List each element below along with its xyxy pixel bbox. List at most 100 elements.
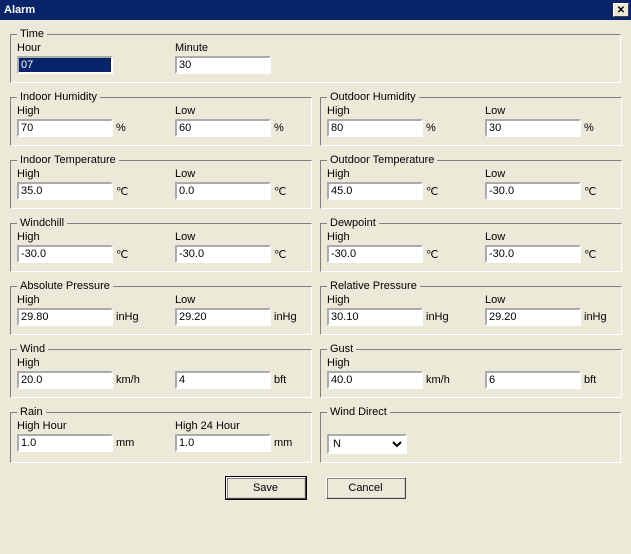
input-wind-high[interactable]: [17, 371, 113, 389]
label-wc-low: Low: [175, 231, 305, 243]
cancel-button[interactable]: Cancel: [326, 477, 406, 499]
unit-it-high: ℃: [116, 185, 128, 198]
group-relative-pressure: Relative Pressure High inHg Low inHg: [320, 280, 622, 335]
unit-rain-hour: mm: [116, 437, 134, 449]
input-ih-low[interactable]: [175, 119, 271, 137]
unit-gust-high: km/h: [426, 374, 450, 386]
unit-oh-low: %: [584, 122, 594, 134]
group-windchill: Windchill High ℃ Low ℃: [10, 217, 312, 272]
group-outdoor-temperature: Outdoor Temperature High ℃ Low ℃: [320, 154, 622, 209]
unit-ap-high: inHg: [116, 311, 139, 323]
unit-rp-low: inHg: [584, 311, 607, 323]
group-indoor-temperature: Indoor Temperature High ℃ Low ℃: [10, 154, 312, 209]
label-rain-hour: High Hour: [17, 420, 147, 432]
group-wind-direct: Wind Direct N: [320, 406, 621, 463]
legend-time: Time: [17, 28, 47, 40]
legend-wind-direct: Wind Direct: [327, 406, 390, 418]
unit-oh-high: %: [426, 122, 436, 134]
legend-relative-pressure: Relative Pressure: [327, 280, 420, 292]
unit-wc-low: ℃: [274, 248, 286, 261]
input-rp-high[interactable]: [327, 308, 423, 326]
label-rp-high: High: [327, 294, 457, 306]
select-wind-direct[interactable]: N: [327, 434, 407, 454]
label-wind-bft: [175, 357, 305, 369]
label-it-high: High: [17, 168, 147, 180]
close-button[interactable]: ✕: [613, 3, 629, 17]
save-button[interactable]: Save: [226, 477, 306, 499]
unit-dp-low: ℃: [584, 248, 596, 261]
input-oh-low[interactable]: [485, 119, 581, 137]
legend-indoor-temperature: Indoor Temperature: [17, 154, 119, 166]
label-dp-high: High: [327, 231, 457, 243]
group-dewpoint: Dewpoint High ℃ Low ℃: [320, 217, 622, 272]
unit-ap-low: inHg: [274, 311, 297, 323]
group-absolute-pressure: Absolute Pressure High inHg Low inHg: [10, 280, 312, 335]
unit-dp-high: ℃: [426, 248, 438, 261]
legend-absolute-pressure: Absolute Pressure: [17, 280, 113, 292]
label-gust-high: High: [327, 357, 457, 369]
label-wind-high: High: [17, 357, 147, 369]
input-oh-high[interactable]: [327, 119, 423, 137]
label-oh-low: Low: [485, 105, 615, 117]
unit-ot-low: ℃: [584, 185, 596, 198]
group-outdoor-humidity: Outdoor Humidity High % Low %: [320, 91, 622, 146]
label-ap-high: High: [17, 294, 147, 306]
input-rp-low[interactable]: [485, 308, 581, 326]
input-ap-low[interactable]: [175, 308, 271, 326]
label-wd: [327, 420, 457, 432]
input-rain-hour[interactable]: [17, 434, 113, 452]
input-rain-24h[interactable]: [175, 434, 271, 452]
legend-indoor-humidity: Indoor Humidity: [17, 91, 100, 103]
legend-gust: Gust: [327, 343, 356, 355]
label-wc-high: High: [17, 231, 147, 243]
label-ap-low: Low: [175, 294, 305, 306]
unit-gust-bft: bft: [584, 374, 596, 386]
label-it-low: Low: [175, 168, 305, 180]
group-indoor-humidity: Indoor Humidity High % Low %: [10, 91, 312, 146]
label-hour: Hour: [17, 42, 147, 54]
input-ap-high[interactable]: [17, 308, 113, 326]
close-icon: ✕: [617, 5, 625, 16]
label-rp-low: Low: [485, 294, 615, 306]
input-ih-high[interactable]: [17, 119, 113, 137]
input-ot-low[interactable]: [485, 182, 581, 200]
input-wc-high[interactable]: [17, 245, 113, 263]
legend-dewpoint: Dewpoint: [327, 217, 379, 229]
input-gust-high[interactable]: [327, 371, 423, 389]
group-rain: Rain High Hour mm High 24 Hour mm: [10, 406, 312, 463]
group-gust: Gust High km/h bft: [320, 343, 622, 398]
input-minute[interactable]: [175, 56, 271, 74]
group-time: Time Hour Minute: [10, 28, 621, 83]
input-dp-high[interactable]: [327, 245, 423, 263]
input-it-high[interactable]: [17, 182, 113, 200]
label-ih-low: Low: [175, 105, 305, 117]
label-ot-low: Low: [485, 168, 615, 180]
group-wind: Wind High km/h bft: [10, 343, 312, 398]
legend-outdoor-humidity: Outdoor Humidity: [327, 91, 419, 103]
unit-ot-high: ℃: [426, 185, 438, 198]
client-area: Time Hour Minute Indoor Humidity High % …: [0, 20, 631, 505]
window-title: Alarm: [4, 4, 35, 16]
label-minute: Minute: [175, 42, 305, 54]
input-gust-bft[interactable]: [485, 371, 581, 389]
unit-ih-high: %: [116, 122, 126, 134]
input-dp-low[interactable]: [485, 245, 581, 263]
titlebar: Alarm ✕: [0, 0, 631, 20]
input-wind-bft[interactable]: [175, 371, 271, 389]
input-ot-high[interactable]: [327, 182, 423, 200]
unit-rain-24h: mm: [274, 437, 292, 449]
unit-it-low: ℃: [274, 185, 286, 198]
label-rain-24h: High 24 Hour: [175, 420, 305, 432]
unit-wind-bft: bft: [274, 374, 286, 386]
input-wc-low[interactable]: [175, 245, 271, 263]
label-gust-bft: [485, 357, 615, 369]
legend-outdoor-temperature: Outdoor Temperature: [327, 154, 437, 166]
input-hour[interactable]: [17, 56, 113, 74]
legend-rain: Rain: [17, 406, 46, 418]
buttons-row: Save Cancel: [6, 477, 625, 499]
label-dp-low: Low: [485, 231, 615, 243]
legend-wind: Wind: [17, 343, 48, 355]
label-ot-high: High: [327, 168, 457, 180]
legend-windchill: Windchill: [17, 217, 67, 229]
input-it-low[interactable]: [175, 182, 271, 200]
